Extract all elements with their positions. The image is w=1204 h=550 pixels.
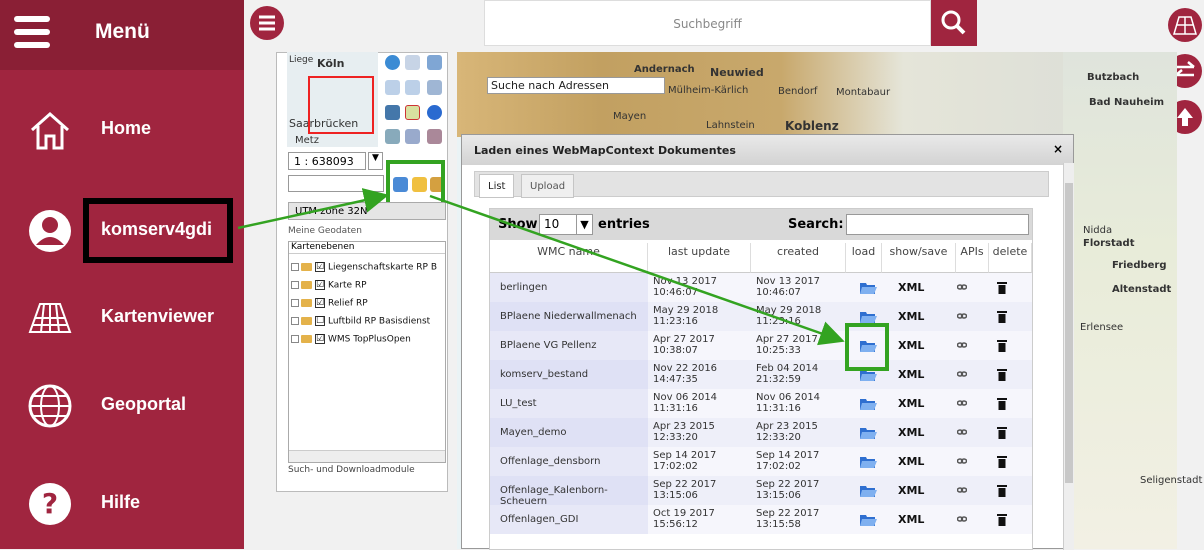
annotation-arrows — [237, 188, 845, 346]
arrow-to-load-button — [429, 194, 845, 346]
arrow-to-load-tool — [237, 188, 389, 230]
